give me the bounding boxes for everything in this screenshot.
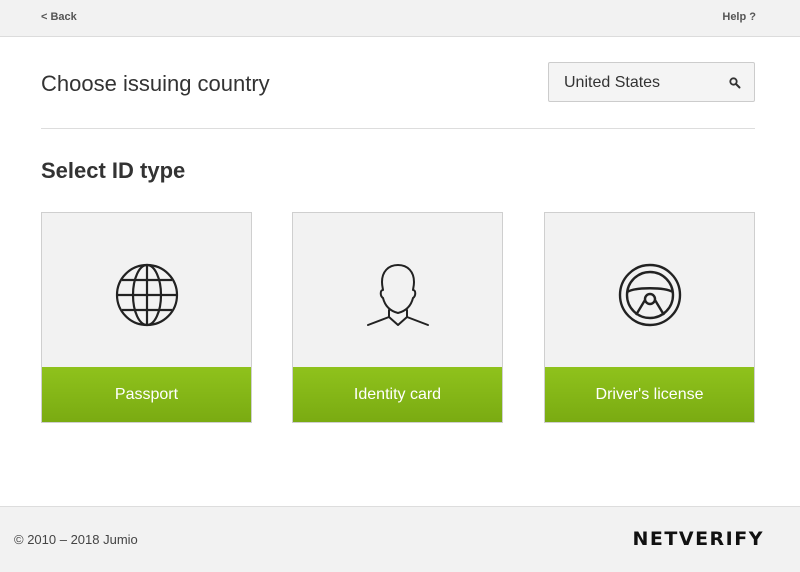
id-option-label: Identity card [293,367,502,422]
id-option-label: Passport [42,367,251,422]
country-title: Choose issuing country [41,71,270,96]
id-option-drivers-license[interactable]: Driver's license [544,212,755,423]
back-link[interactable]: < Back [41,11,77,23]
top-bar: < Back Help ? [0,0,800,37]
steering-wheel-icon [618,263,681,327]
search-icon [729,77,741,89]
brand-logo: NETVERIFY [632,528,764,550]
globe-icon [115,263,178,327]
copyright-text: © 2010 – 2018 Jumio [14,532,138,547]
country-select[interactable]: United States [548,62,755,102]
help-link[interactable]: Help ? [722,11,756,23]
country-select-value: United States [564,74,661,91]
id-option-label: Driver's license [545,367,754,422]
id-option-passport[interactable]: Passport [41,212,252,423]
divider [41,128,755,129]
id-option-identity-card[interactable]: Identity card [292,212,503,423]
id-type-title: Select ID type [41,158,186,183]
person-icon [366,264,429,326]
footer: © 2010 – 2018 Jumio NETVERIFY [0,506,800,572]
